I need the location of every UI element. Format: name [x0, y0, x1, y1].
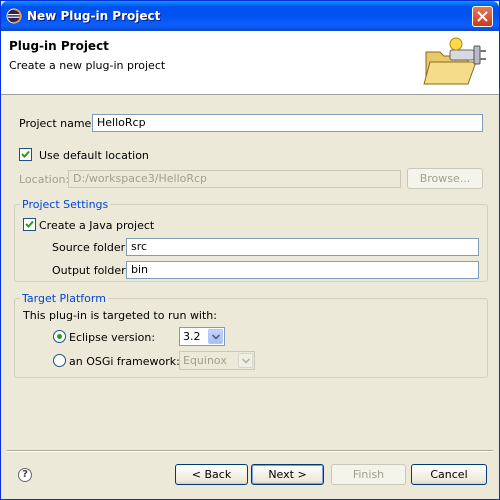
create-java-project-checkbox[interactable]	[23, 218, 36, 231]
source-folder-label: Source folder:	[52, 241, 129, 254]
banner-title: Plug-in Project	[9, 39, 109, 53]
wizard-banner: Plug-in Project Create a new plug-in pro…	[1, 31, 499, 95]
project-name-label: Project name:	[19, 117, 96, 130]
target-platform-description: This plug-in is targeted to run with:	[23, 309, 217, 322]
window-title: New Plug-in Project	[27, 9, 161, 23]
source-folder-input[interactable]: src	[126, 238, 479, 256]
eclipse-version-value: 3.2	[183, 330, 201, 343]
create-java-project-label: Create a Java project	[39, 219, 155, 232]
osgi-framework-radio[interactable]	[53, 354, 66, 367]
next-button[interactable]: Next >	[251, 464, 324, 485]
chevron-down-icon	[212, 334, 220, 340]
eclipse-icon	[6, 8, 22, 24]
eclipse-version-radio[interactable]	[53, 330, 66, 343]
output-folder-input[interactable]: bin	[126, 261, 479, 279]
close-icon	[477, 11, 488, 22]
checkmark-icon	[21, 150, 30, 158]
osgi-framework-select[interactable]: Equinox	[179, 351, 255, 370]
eclipse-version-label: Eclipse version:	[69, 331, 156, 344]
close-button[interactable]	[472, 6, 493, 27]
use-default-location-label: Use default location	[39, 149, 149, 162]
dropdown-button[interactable]	[208, 329, 223, 344]
title-bar[interactable]: New Plug-in Project	[1, 1, 499, 31]
project-settings-title: Project Settings	[20, 198, 111, 211]
help-icon[interactable]: ?	[18, 468, 32, 482]
use-default-location-checkbox[interactable]	[19, 148, 32, 161]
location-label: Location:	[19, 173, 70, 186]
project-name-input[interactable]: HelloRcp	[92, 114, 483, 132]
button-bar-separator	[7, 450, 493, 452]
dialog-window: New Plug-in Project Plug-in Project Crea…	[0, 0, 500, 500]
osgi-framework-value: Equinox	[183, 354, 227, 367]
banner-description: Create a new plug-in project	[9, 59, 166, 72]
radio-selected-dot	[57, 334, 62, 339]
eclipse-version-select[interactable]: 3.2	[179, 327, 225, 346]
chevron-down-icon	[242, 358, 250, 364]
finish-button[interactable]: Finish	[331, 464, 406, 485]
target-platform-title: Target Platform	[20, 292, 108, 305]
cancel-button[interactable]: Cancel	[411, 464, 487, 485]
plugin-folder-icon	[423, 37, 486, 85]
dropdown-button[interactable]	[238, 353, 253, 368]
output-folder-label: Output folder:	[52, 264, 130, 277]
back-button[interactable]: < Back	[175, 464, 248, 485]
location-input[interactable]: D:/workspace3/HelloRcp	[68, 170, 401, 188]
checkmark-icon	[25, 220, 34, 228]
osgi-framework-label: an OSGi framework:	[69, 355, 180, 368]
browse-button[interactable]: Browse...	[407, 168, 483, 189]
